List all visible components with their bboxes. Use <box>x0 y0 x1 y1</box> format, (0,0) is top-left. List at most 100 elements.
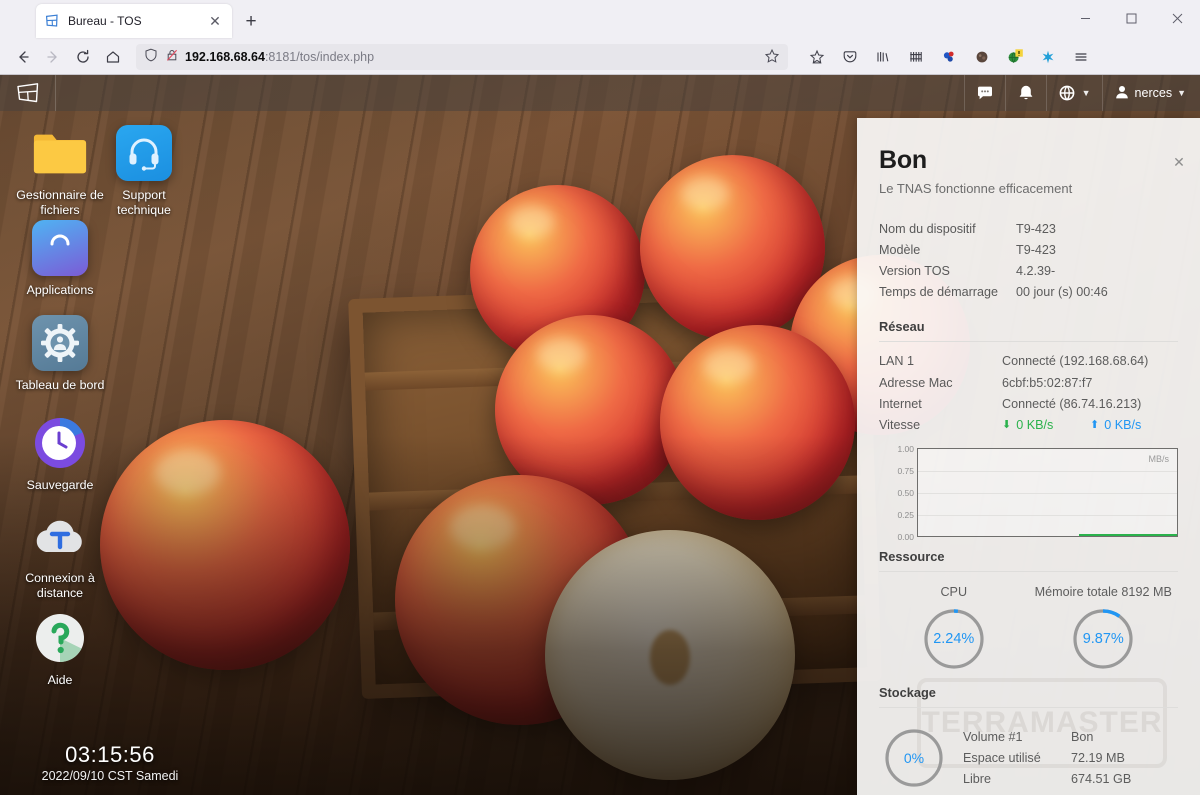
row-key: Version TOS <box>879 263 950 278</box>
shopping-bag-icon <box>32 220 88 276</box>
chart-y-axis: 1.00 0.75 0.50 0.25 0.00 <box>879 444 917 543</box>
cpu-value: 2.24% <box>933 630 975 647</box>
user-menu[interactable]: nerces ▼ <box>1101 75 1200 111</box>
row-key: Temps de démarrage <box>879 285 999 300</box>
desktop-icon-aide[interactable]: Aide <box>8 610 112 688</box>
arrow-down-icon: ⬇ <box>1002 419 1012 432</box>
folder-icon <box>32 125 88 181</box>
browser-chrome: Bureau - TOS ✕ + 192.168.68.64:8181/tos/… <box>0 0 1200 75</box>
window-controls <box>1062 0 1200 40</box>
tos-logo-icon <box>44 13 60 29</box>
table-row: Volume #1 Bon <box>963 727 1131 748</box>
resource-section-title: Ressource <box>879 549 1178 572</box>
row-key: Volume #1 <box>963 730 1023 744</box>
shield-icon[interactable] <box>144 48 158 67</box>
chat-icon[interactable] <box>963 75 1005 111</box>
row-key: Internet <box>879 396 922 411</box>
panel-title: Bon <box>879 146 927 174</box>
url-host: 192.168.68.64 <box>185 50 265 64</box>
row-value: Connecté (86.74.16.213) <box>1002 396 1142 411</box>
desktop-icon-label: Applications <box>26 283 94 297</box>
desktop-icon-sauvegarde[interactable]: Sauvegarde <box>8 415 112 493</box>
tos-logo-icon[interactable] <box>0 75 56 111</box>
library-icon[interactable] <box>868 43 898 71</box>
broken-lock-icon[interactable] <box>165 48 179 67</box>
table-row: Libre 674.51 GB <box>963 769 1131 790</box>
close-icon[interactable]: ✕ <box>1170 153 1188 171</box>
y-tick: 0.25 <box>897 509 914 520</box>
new-tab-button[interactable]: + <box>240 10 262 32</box>
chart-series-download <box>1078 533 1177 536</box>
row-key: Modèle <box>879 242 921 257</box>
reload-icon[interactable] <box>68 43 98 71</box>
row-value: Bon <box>1071 730 1094 744</box>
desktop-icon-label: Sauvegarde <box>26 478 94 492</box>
language-globe-icon[interactable]: ▼ <box>1045 75 1102 111</box>
desktop-icon-tableau-de-bord[interactable]: Tableau de bord <box>8 315 112 393</box>
row-value: T9-423 <box>1016 242 1056 257</box>
chevron-down-icon[interactable]: ▼ <box>1177 88 1186 98</box>
table-row: Modèle T9-423 <box>879 239 1178 260</box>
close-icon[interactable] <box>1154 0 1200 36</box>
table-row: Nom du dispositif T9-423 <box>879 218 1178 239</box>
chevron-down-icon[interactable]: ▼ <box>1082 88 1091 98</box>
minimize-icon[interactable] <box>1062 0 1108 36</box>
chart-unit-label: MB/s <box>1148 453 1169 464</box>
browser-tab-title: Bureau - TOS <box>68 14 142 28</box>
chart-plot-area: MB/s <box>917 447 1178 537</box>
row-key: Libre <box>963 772 992 786</box>
upload-speed-value: 0 KB/s <box>1104 417 1142 432</box>
url-bar[interactable]: 192.168.68.64:8181/tos/index.php <box>136 44 788 70</box>
clock-backup-icon <box>32 415 88 471</box>
row-key: Espace utilisé <box>963 751 1041 765</box>
user-icon <box>1114 84 1130 103</box>
row-key: Adresse Mac <box>879 375 953 390</box>
pocket-icon[interactable] <box>835 43 865 71</box>
download-speed: ⬇ 0 KB/s <box>1002 418 1090 432</box>
row-key: Nom du dispositif <box>879 221 976 236</box>
tos-header-bar: ▼ nerces ▼ <box>0 75 1200 111</box>
memory-gauge: Mémoire totale 8192 MB 9.87% <box>1029 585 1179 671</box>
browser-tab[interactable]: Bureau - TOS ✕ <box>36 4 232 38</box>
extension-dark-circle-icon[interactable] <box>967 43 997 71</box>
clock-time: 03:15:56 <box>65 742 155 767</box>
arrow-up-icon: ⬆ <box>1090 419 1100 432</box>
table-row: Temps de démarrage 00 jour (s) 00:46 <box>879 282 1178 303</box>
table-row: Espace utilisé 72.19 MB <box>963 748 1131 769</box>
desktop-icon-label: Tableau de bord <box>15 378 105 392</box>
desktop-icon-connexion-a-distance[interactable]: Connexion à distance <box>8 508 112 601</box>
desktop-icon-label: Support technique <box>117 188 171 218</box>
desktop-icon-label: Connexion à distance <box>25 571 95 601</box>
desktop-clock: 03:15:56 2022/09/10 CST Samedi <box>10 742 210 783</box>
maximize-icon[interactable] <box>1108 0 1154 36</box>
back-arrow-icon[interactable] <box>8 43 38 71</box>
desktop-icon-label: Aide <box>47 673 73 687</box>
storage-section-title: Stockage <box>879 685 1178 708</box>
row-key: Vitesse <box>879 417 921 432</box>
star-icon[interactable] <box>764 48 780 69</box>
sidebar-icon[interactable] <box>901 43 931 71</box>
save-to-pocket-icon[interactable] <box>802 43 832 71</box>
app-menu-icon[interactable] <box>1066 43 1096 71</box>
tos-desktop: ▼ nerces ▼ Gestionnaire de fichiers Supp… <box>0 75 1200 795</box>
forward-arrow-icon[interactable] <box>38 43 68 71</box>
row-key: LAN 1 <box>879 354 915 369</box>
network-traffic-chart: 1.00 0.75 0.50 0.25 0.00 MB/s <box>879 444 1178 543</box>
clock-date: 2022/09/10 CST Samedi <box>41 769 179 783</box>
notification-bell-icon[interactable] <box>1004 75 1046 111</box>
desktop-icon-support-technique[interactable]: Support technique <box>92 125 196 218</box>
headset-icon <box>116 125 172 181</box>
extension-star-icon[interactable] <box>1033 43 1063 71</box>
row-value: 6cbf:b5:02:87:f7 <box>1002 375 1093 390</box>
extension-globe-warning-icon[interactable] <box>1000 43 1030 71</box>
row-value: 4.2.39- <box>1016 263 1056 278</box>
close-icon[interactable]: ✕ <box>206 12 224 30</box>
extension-molecule-icon[interactable] <box>934 43 964 71</box>
row-value: 674.51 GB <box>1071 772 1132 786</box>
row-value: 00 jour (s) 00:46 <box>1016 285 1108 300</box>
storage-value: 0% <box>903 750 925 766</box>
home-icon[interactable] <box>98 43 128 71</box>
y-tick: 1.00 <box>897 443 914 454</box>
table-row: Version TOS 4.2.39- <box>879 260 1178 281</box>
desktop-icon-applications[interactable]: Applications <box>8 220 112 298</box>
